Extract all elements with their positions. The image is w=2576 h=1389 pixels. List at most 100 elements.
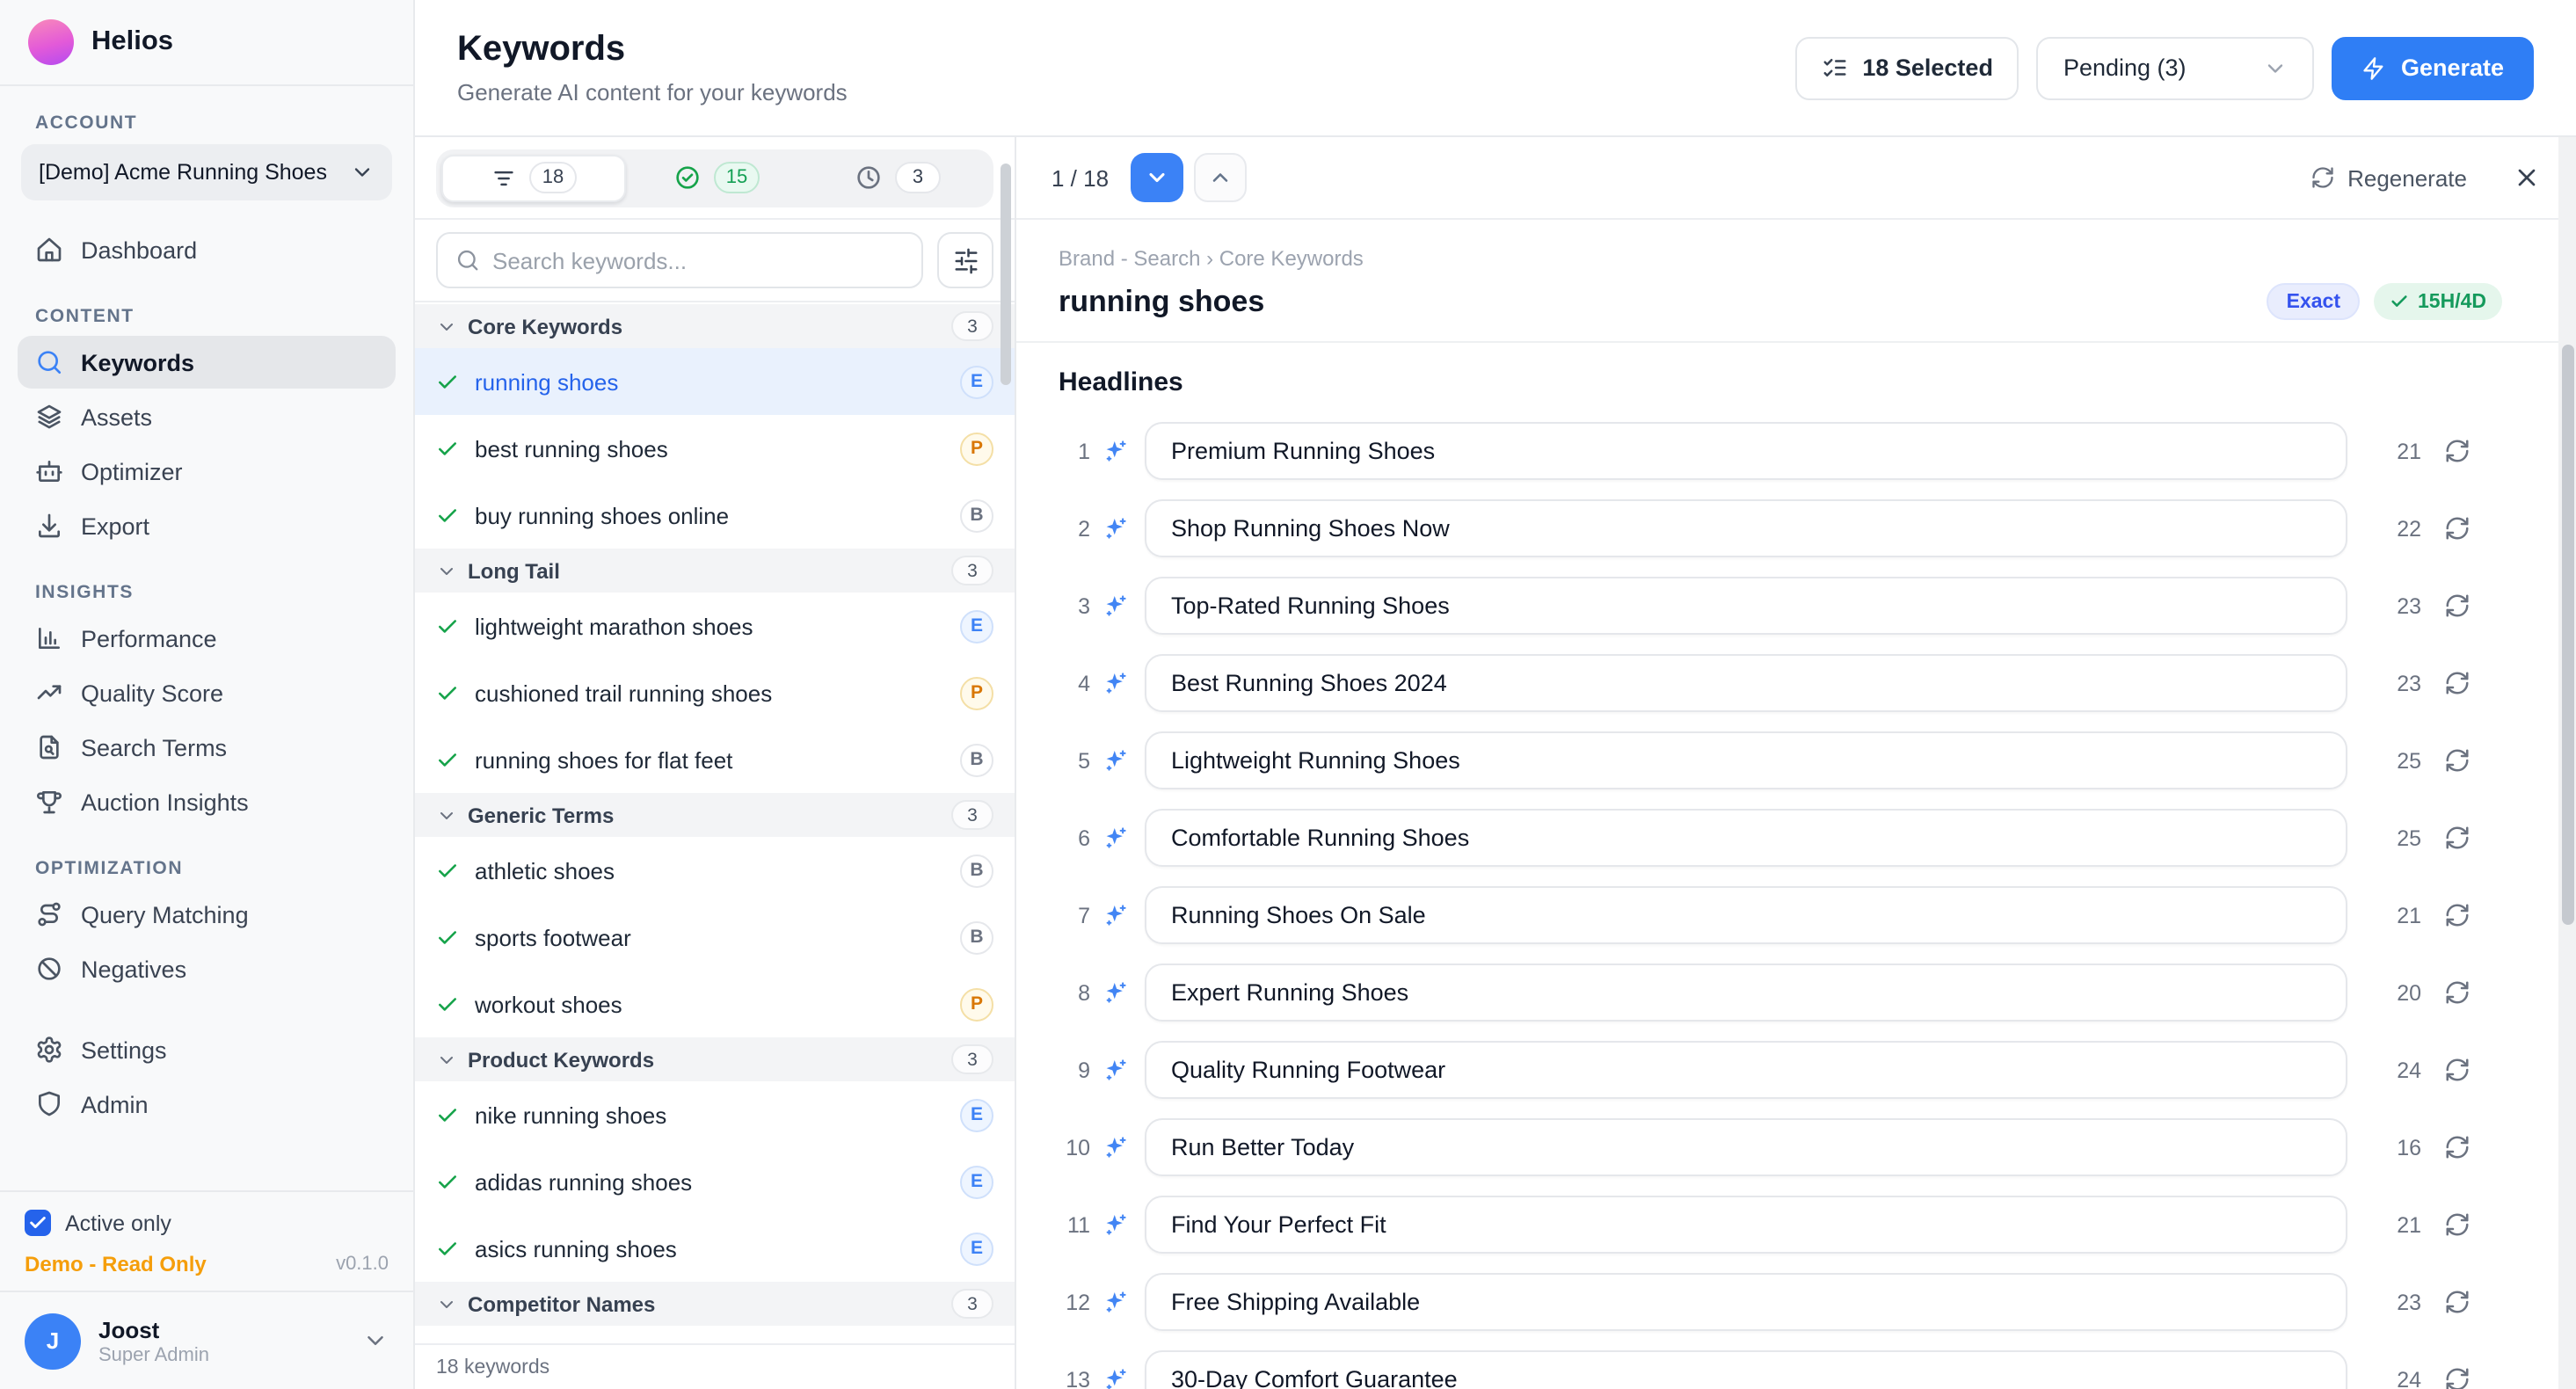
keyword-row[interactable]: nike running shoesE xyxy=(415,1081,1015,1148)
regenerate-headline-icon[interactable] xyxy=(2444,1366,2470,1389)
keyword-row[interactable]: best running shoesP xyxy=(415,415,1015,482)
headline-number: 12 xyxy=(1059,1290,1090,1314)
headline-input[interactable]: Shop Running Shoes Now xyxy=(1145,499,2347,557)
headline-char-count: 16 xyxy=(2376,1135,2421,1160)
sidebar-item-optimizer[interactable]: Optimizer xyxy=(18,445,396,498)
sidebar-item-performance[interactable]: Performance xyxy=(18,612,396,665)
next-keyword-button[interactable] xyxy=(1130,153,1182,202)
check-icon xyxy=(436,437,459,460)
headline-input[interactable]: Find Your Perfect Fit xyxy=(1145,1196,2347,1254)
keyword-row[interactable]: nike pegasus alternativeP xyxy=(415,1326,1015,1343)
user-name: Joost xyxy=(98,1316,209,1342)
filter-tab-check-circle[interactable]: 15 xyxy=(626,154,807,201)
sidebar-item-keywords[interactable]: Keywords xyxy=(18,336,396,389)
page-subtitle: Generate AI content for your keywords xyxy=(457,79,848,105)
headline-char-count: 21 xyxy=(2376,903,2421,927)
headline-input[interactable]: Best Running Shoes 2024 xyxy=(1145,654,2347,712)
keyword-row[interactable]: workout shoesP xyxy=(415,971,1015,1037)
sidebar-item-negatives[interactable]: Negatives xyxy=(18,942,396,995)
keyword-row[interactable]: asics running shoesE xyxy=(415,1215,1015,1282)
headline-input[interactable]: Running Shoes On Sale xyxy=(1145,886,2347,944)
keyword-row[interactable]: running shoes for flat feetB xyxy=(415,726,1015,793)
search-box xyxy=(436,232,923,288)
header-actions: 18 Selected Pending (3) Generate xyxy=(1795,36,2534,99)
regenerate-headline-icon[interactable] xyxy=(2444,747,2470,774)
regenerate-headline-icon[interactable] xyxy=(2444,1134,2470,1160)
keyword-row[interactable]: adidas running shoesE xyxy=(415,1148,1015,1215)
keyword-row[interactable]: athletic shoesB xyxy=(415,837,1015,904)
headline-input[interactable]: Run Better Today xyxy=(1145,1118,2347,1176)
sidebar-item-quality-score[interactable]: Quality Score xyxy=(18,666,396,719)
regenerate-button[interactable]: Regenerate xyxy=(2310,164,2467,191)
account-selector[interactable]: [Demo] Acme Running Shoes xyxy=(21,144,392,200)
regenerate-headline-icon[interactable] xyxy=(2444,515,2470,542)
regenerate-headline-icon[interactable] xyxy=(2444,902,2470,928)
search-input[interactable] xyxy=(492,247,904,273)
filter-tab-funnel[interactable]: 18 xyxy=(441,154,626,201)
active-only-checkbox[interactable] xyxy=(25,1210,51,1236)
sidebar-item-query-matching[interactable]: Query Matching xyxy=(18,888,396,941)
sidebar-item-admin[interactable]: Admin xyxy=(18,1078,396,1131)
match-type-badge: B xyxy=(960,743,993,776)
detail-scrollbar[interactable] xyxy=(2562,345,2574,925)
chevron-down-icon xyxy=(436,804,457,825)
keyword-text: athletic shoes xyxy=(475,857,615,884)
keyword-row[interactable]: sports footwearB xyxy=(415,904,1015,971)
asset-count-badge: 15H/4D xyxy=(2374,283,2502,320)
keyword-group-header[interactable]: Long Tail3 xyxy=(415,549,1015,593)
sidebar-item-auction-insights[interactable]: Auction Insights xyxy=(18,775,396,828)
keyword-text: sports footwear xyxy=(475,924,631,950)
sidebar-item-dashboard[interactable]: Dashboard xyxy=(18,223,396,276)
previous-keyword-button[interactable] xyxy=(1193,153,1246,202)
headline-input[interactable]: 30-Day Comfort Guarantee xyxy=(1145,1350,2347,1389)
regenerate-headline-icon[interactable] xyxy=(2444,438,2470,464)
keyword-list: Core Keywords3running shoesEbest running… xyxy=(415,304,1015,1343)
keyword-row[interactable]: running shoesE xyxy=(415,348,1015,415)
headline-input[interactable]: Premium Running Shoes xyxy=(1145,422,2347,480)
search-icon xyxy=(35,348,63,376)
check-icon xyxy=(436,681,459,704)
nav-gap xyxy=(0,997,413,1022)
regenerate-headline-icon[interactable] xyxy=(2444,825,2470,851)
regenerate-headline-icon[interactable] xyxy=(2444,670,2470,696)
gear-icon xyxy=(35,1036,63,1064)
headline-input[interactable]: Free Shipping Available xyxy=(1145,1273,2347,1331)
user-meta: Joost Super Admin xyxy=(98,1316,209,1365)
headline-input[interactable]: Top-Rated Running Shoes xyxy=(1145,577,2347,635)
headline-input[interactable]: Expert Running Shoes xyxy=(1145,964,2347,1022)
keyword-text: asics running shoes xyxy=(475,1235,677,1262)
keyword-group-count: 3 xyxy=(951,556,993,585)
regenerate-headline-icon[interactable] xyxy=(2444,1211,2470,1238)
keyword-group-header[interactable]: Core Keywords3 xyxy=(415,304,1015,348)
regenerate-headline-icon[interactable] xyxy=(2444,979,2470,1006)
headline-input[interactable]: Lightweight Running Shoes xyxy=(1145,731,2347,789)
sidebar-item-settings[interactable]: Settings xyxy=(18,1023,396,1076)
status-filter-select[interactable]: Pending (3) xyxy=(2037,36,2315,99)
selected-count-button[interactable]: 18 Selected xyxy=(1795,36,2019,99)
filter-tab-clock[interactable]: 3 xyxy=(807,154,988,201)
keyword-group-header[interactable]: Competitor Names3 xyxy=(415,1282,1015,1326)
keyword-row[interactable]: lightweight marathon shoesE xyxy=(415,593,1015,659)
page-header-text: Keywords Generate AI content for your ke… xyxy=(457,30,848,105)
generate-button[interactable]: Generate xyxy=(2332,36,2534,99)
regenerate-headline-icon[interactable] xyxy=(2444,1057,2470,1083)
asset-count-label: 15H/4D xyxy=(2418,291,2486,312)
keyword-filter-settings-button[interactable] xyxy=(937,232,993,288)
keyword-group-header[interactable]: Product Keywords3 xyxy=(415,1037,1015,1081)
user-menu[interactable]: J Joost Super Admin xyxy=(0,1291,413,1389)
headline-input[interactable]: Quality Running Footwear xyxy=(1145,1041,2347,1099)
env-badge: Demo - Read Only xyxy=(25,1252,207,1276)
keyword-list-scrollbar[interactable] xyxy=(1001,164,1011,385)
keyword-row[interactable]: cushioned trail running shoesP xyxy=(415,659,1015,726)
regenerate-headline-icon[interactable] xyxy=(2444,1289,2470,1315)
headline-input[interactable]: Comfortable Running Shoes xyxy=(1145,809,2347,867)
regenerate-headline-icon[interactable] xyxy=(2444,593,2470,619)
keyword-group-header[interactable]: Generic Terms3 xyxy=(415,793,1015,837)
sidebar-item-search-terms[interactable]: Search Terms xyxy=(18,721,396,774)
match-type-badge: P xyxy=(960,987,993,1021)
sidebar-item-export[interactable]: Export xyxy=(18,499,396,552)
sidebar-item-assets[interactable]: Assets xyxy=(18,390,396,443)
keyword-row[interactable]: buy running shoes onlineB xyxy=(415,482,1015,549)
keyword-text: buy running shoes online xyxy=(475,502,729,528)
close-detail-button[interactable] xyxy=(2513,164,2541,192)
